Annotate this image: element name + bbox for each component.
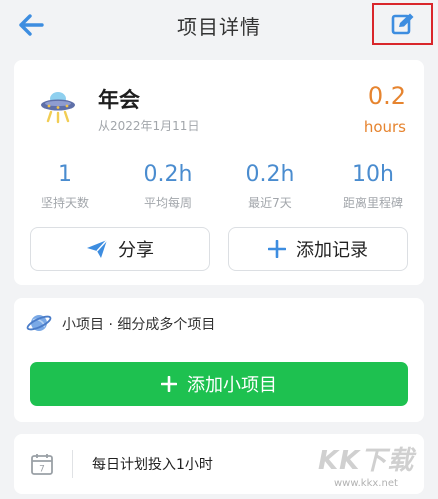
edit-button[interactable] <box>372 3 433 45</box>
divider <box>72 450 73 478</box>
stat-value: 0.2h <box>245 162 295 187</box>
stat-label: 最近7天 <box>248 196 292 210</box>
header: 项目详情 <box>0 0 438 52</box>
project-summary-card: 年会 从2022年1月11日 0.2 hours 1 坚持天数 0.2h 平均每… <box>14 60 424 285</box>
watermark: KK下载 www.kkx.net <box>318 438 436 498</box>
project-start-date: 从2022年1月11日 <box>98 119 200 133</box>
ufo-icon <box>41 92 75 124</box>
share-button[interactable]: 分享 <box>30 227 210 271</box>
stat-value: 0.2h <box>143 162 193 187</box>
plus-icon <box>161 376 177 392</box>
project-name: 年会 <box>98 88 140 112</box>
stat-value: 1 <box>58 162 72 187</box>
total-hours-unit: hours <box>363 118 406 136</box>
watermark-logo: KK下载 <box>318 446 415 476</box>
stat-last-7-days: 0.2h 最近7天 <box>219 160 321 211</box>
paper-plane-icon <box>87 239 108 258</box>
stat-value: 10h <box>352 162 394 187</box>
planet-icon <box>26 315 52 331</box>
stat-to-milestone: 10h 距离里程碑 <box>322 160 424 211</box>
plus-icon <box>268 240 286 258</box>
subprojects-title: 小项目 · 细分成多个项目 <box>62 317 216 333</box>
subprojects-card: 小项目 · 细分成多个项目 添加小项目 <box>14 298 424 422</box>
stats-row: 1 坚持天数 0.2h 平均每周 0.2h 最近7天 10h 距离里程碑 <box>14 160 424 220</box>
total-hours-value: 0.2 <box>367 82 406 110</box>
share-label: 分享 <box>118 240 154 261</box>
add-record-label: 添加记录 <box>296 240 368 261</box>
add-subproject-button[interactable]: 添加小项目 <box>30 362 408 406</box>
add-record-button[interactable]: 添加记录 <box>228 227 408 271</box>
stat-label: 坚持天数 <box>40 196 89 210</box>
stat-weekly-average: 0.2h 平均每周 <box>117 160 219 211</box>
stat-label: 距离里程碑 <box>342 196 403 210</box>
daily-plan-text: 每日计划投入1小时 <box>92 457 213 473</box>
add-subproject-label: 添加小项目 <box>187 375 277 396</box>
calendar-icon: 7 <box>31 454 53 475</box>
stat-label: 平均每周 <box>143 196 192 210</box>
watermark-url: www.kkx.net <box>334 478 398 489</box>
edit-icon <box>391 13 413 35</box>
stat-streak-days: 1 坚持天数 <box>14 160 116 211</box>
calendar-icon-day: 7 <box>39 465 45 475</box>
